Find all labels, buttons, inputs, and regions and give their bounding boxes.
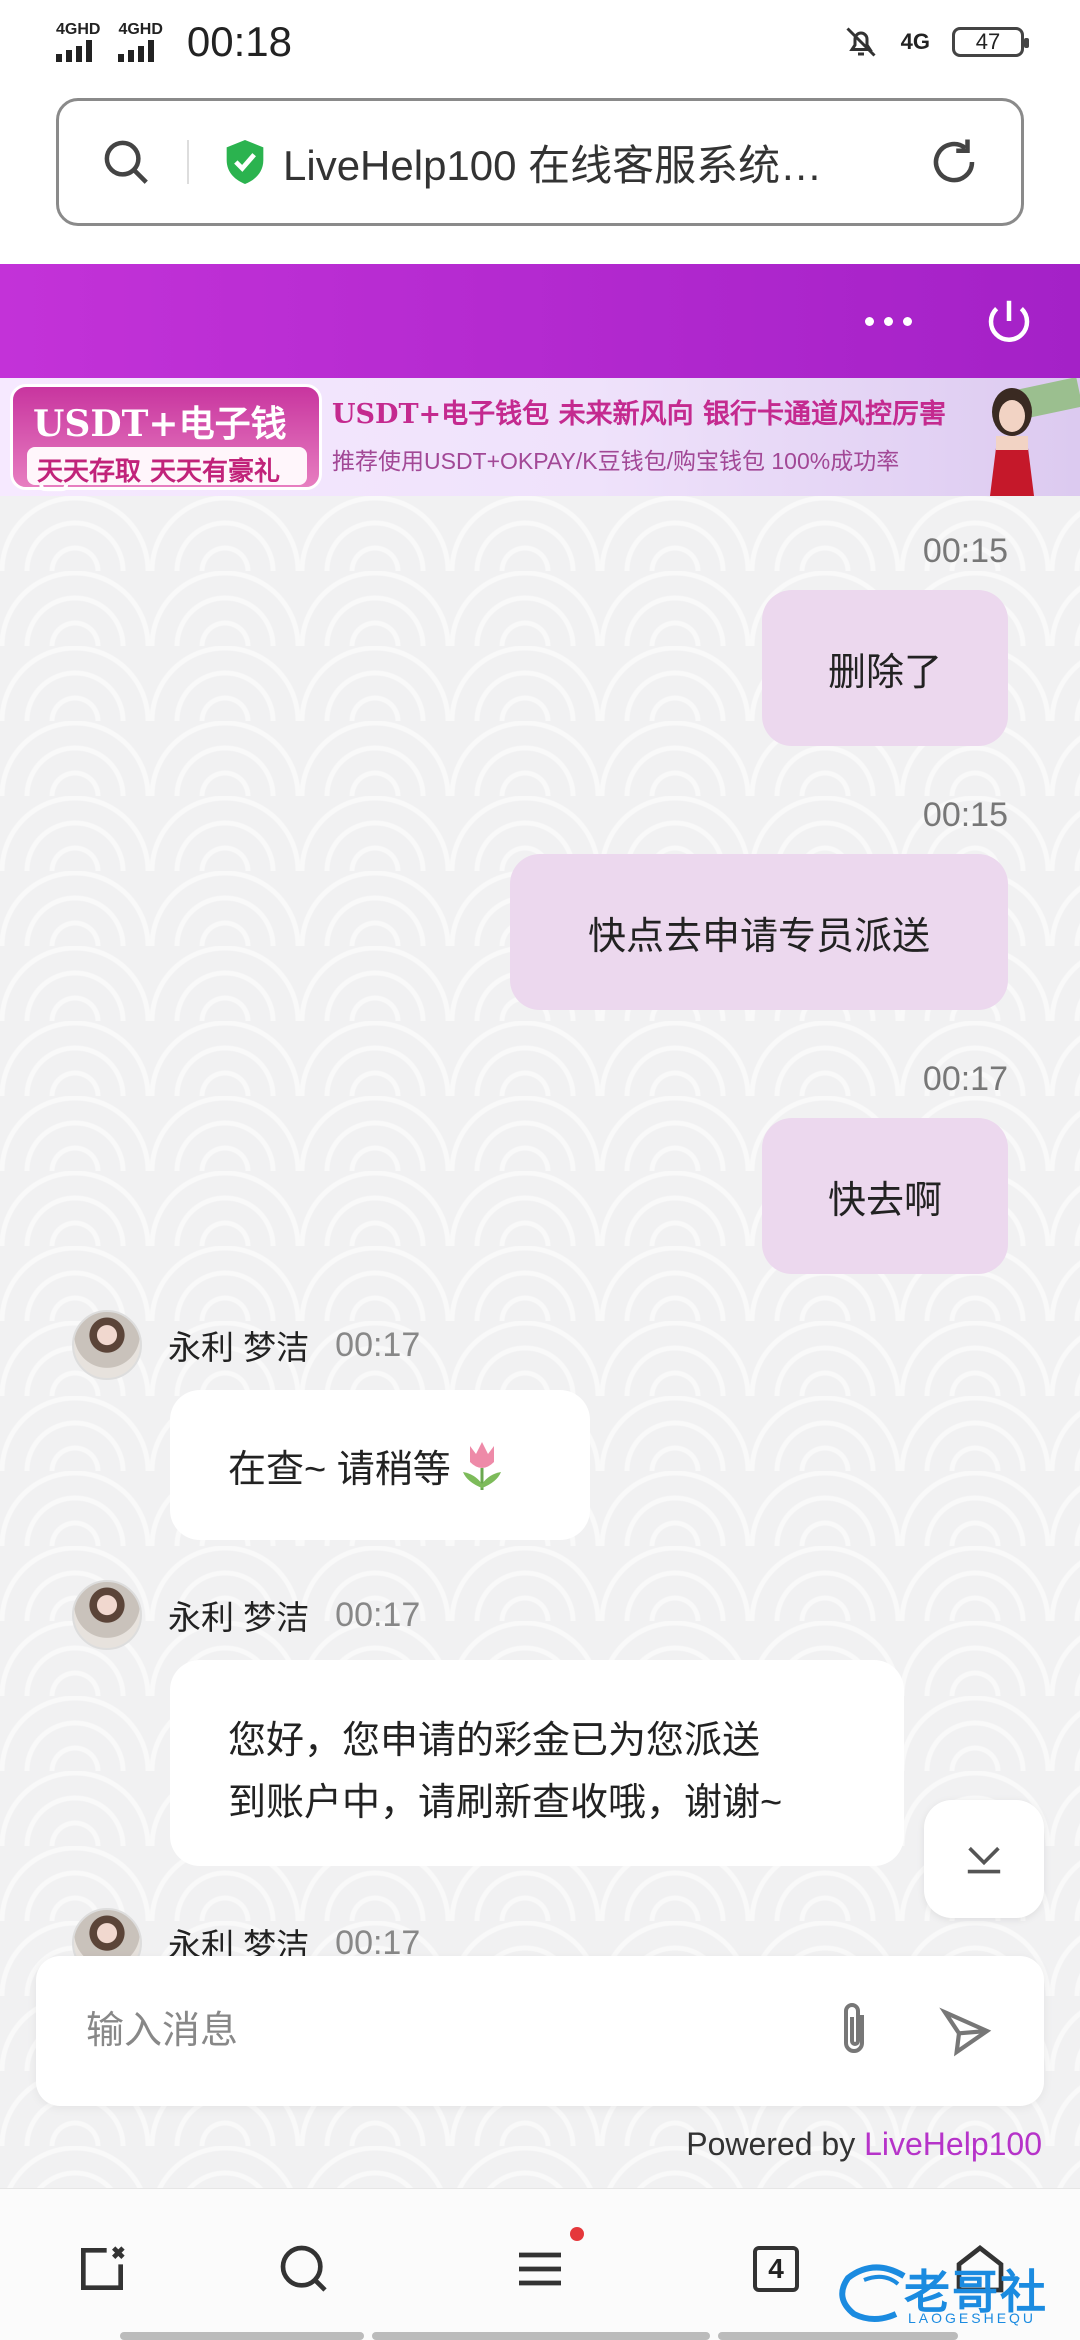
ad-badge: USDT+电子钱包 天天存取 天天有豪礼 [10,384,322,496]
message-text-line: 您好，您申请的彩金已为您派送 [228,1720,761,1762]
outgoing-message[interactable]: 快去啊 [762,1118,1008,1274]
watermark-dragon-icon [839,2264,906,2322]
powered-by-prefix: Powered by [686,2126,865,2162]
chat-messages[interactable]: 00:15 删除了 00:15 快点去申请专员派送 00:17 快去啊 永利 梦… [0,496,1080,2188]
ad-tagline: 推荐使用USDT+OKPAY/K豆钱包/购宝钱包 100%成功率 [332,448,900,474]
gesture-bar [718,2332,958,2340]
power-icon[interactable] [982,294,1036,348]
message-time: 00:15 [922,796,1008,834]
incoming-message[interactable]: 在查~ 请稍等 [170,1390,590,1540]
shield-check-icon [226,140,264,184]
network-indicator: 4G [900,29,930,54]
outgoing-message[interactable]: 快点去申请专员派送 [510,854,1008,1010]
outgoing-message[interactable]: 删除了 [762,590,1008,746]
message-time: 00:17 [922,1060,1008,1098]
message-text: 在查~ 请稍等 [228,1448,451,1491]
send-icon[interactable] [938,2003,994,2059]
more-options-icon[interactable] [865,316,912,326]
clock: 00:18 [186,18,293,65]
gesture-bar [120,2332,364,2340]
chevron-down-icon [967,1846,1001,1874]
message-composer [36,1956,1044,2106]
agent-header: 永利 梦洁 00:17 [72,1580,420,1650]
tab-count: 4 [768,2253,784,2284]
nav-menu[interactable] [510,2227,584,2299]
nav-new-tab[interactable] [72,2239,132,2299]
attachment-icon[interactable] [830,1999,878,2063]
page-title[interactable]: LiveHelp100 在线客服系统… [283,132,907,193]
ad-banner[interactable]: USDT+电子钱包 天天存取 天天有豪礼 USDT+电子钱包 未来新风向 银行卡… [0,378,1080,496]
nav-search[interactable] [274,2239,334,2299]
message-time: 00:17 [335,1325,421,1364]
signal-strength-icon: 4GHD [56,22,100,62]
new-tab-icon [81,2246,125,2290]
notification-dot [570,2227,584,2241]
gesture-bar [372,2332,710,2340]
signal-strength-icon: 4GHD [118,21,163,62]
tulip-emoji-icon [462,1442,501,1490]
signal-label: 4GHD [56,21,101,38]
powered-by: Powered by LiveHelp100 [686,2126,1042,2163]
mute-bell-icon [846,27,876,57]
avatar[interactable] [72,1310,142,1380]
chat-header [0,264,1080,378]
battery-icon: 47 [952,27,1029,57]
message-text: 快去啊 [827,1179,942,1222]
avatar[interactable] [72,1580,142,1650]
message-time: 00:17 [335,1595,421,1634]
status-bar: 4GHD 4GHD 00:18 4G 47 [0,0,1080,84]
message-text: 快点去申请专员派送 [587,915,930,958]
message-text-line: 到账户中，请刷新查收哦，谢谢~ [228,1782,783,1824]
battery-level: 47 [975,29,1001,54]
message-input[interactable] [86,2009,830,2053]
divider [187,140,189,184]
ad-model-image [990,378,1080,496]
search-icon [280,2245,327,2292]
watermark-subtext: LAOGESHEQU [908,2310,1037,2326]
watermark-text: 老哥社区 [904,2266,1048,2340]
watermark-logo: 老哥社区 LAOGESHEQU [834,2252,1074,2340]
nav-tabs[interactable]: 4 [746,2239,806,2299]
signal-label: 4GHD [118,21,163,38]
ad-headline: USDT+电子钱包 未来新风向 银行卡通道风控厉害 [332,399,946,430]
ad-subtitle: 天天存取 天天有豪礼 [27,447,307,487]
address-bar[interactable]: LiveHelp100 在线客服系统… [56,98,1024,226]
message-time: 00:15 [922,532,1008,570]
agent-name: 永利 梦洁 [168,1599,310,1636]
tab-count-icon: 4 [753,2246,799,2292]
reload-icon[interactable] [927,135,981,189]
menu-icon [519,2252,561,2286]
brand-link[interactable]: LiveHelp100 [864,2126,1042,2162]
agent-name: 永利 梦洁 [168,1329,310,1366]
search-icon[interactable] [99,135,153,189]
scroll-to-bottom-button[interactable] [924,1800,1044,1918]
message-text: 删除了 [827,651,942,694]
incoming-message[interactable]: 您好，您申请的彩金已为您派送 到账户中，请刷新查收哦，谢谢~ [170,1660,904,1866]
agent-header: 永利 梦洁 00:17 [72,1310,420,1380]
